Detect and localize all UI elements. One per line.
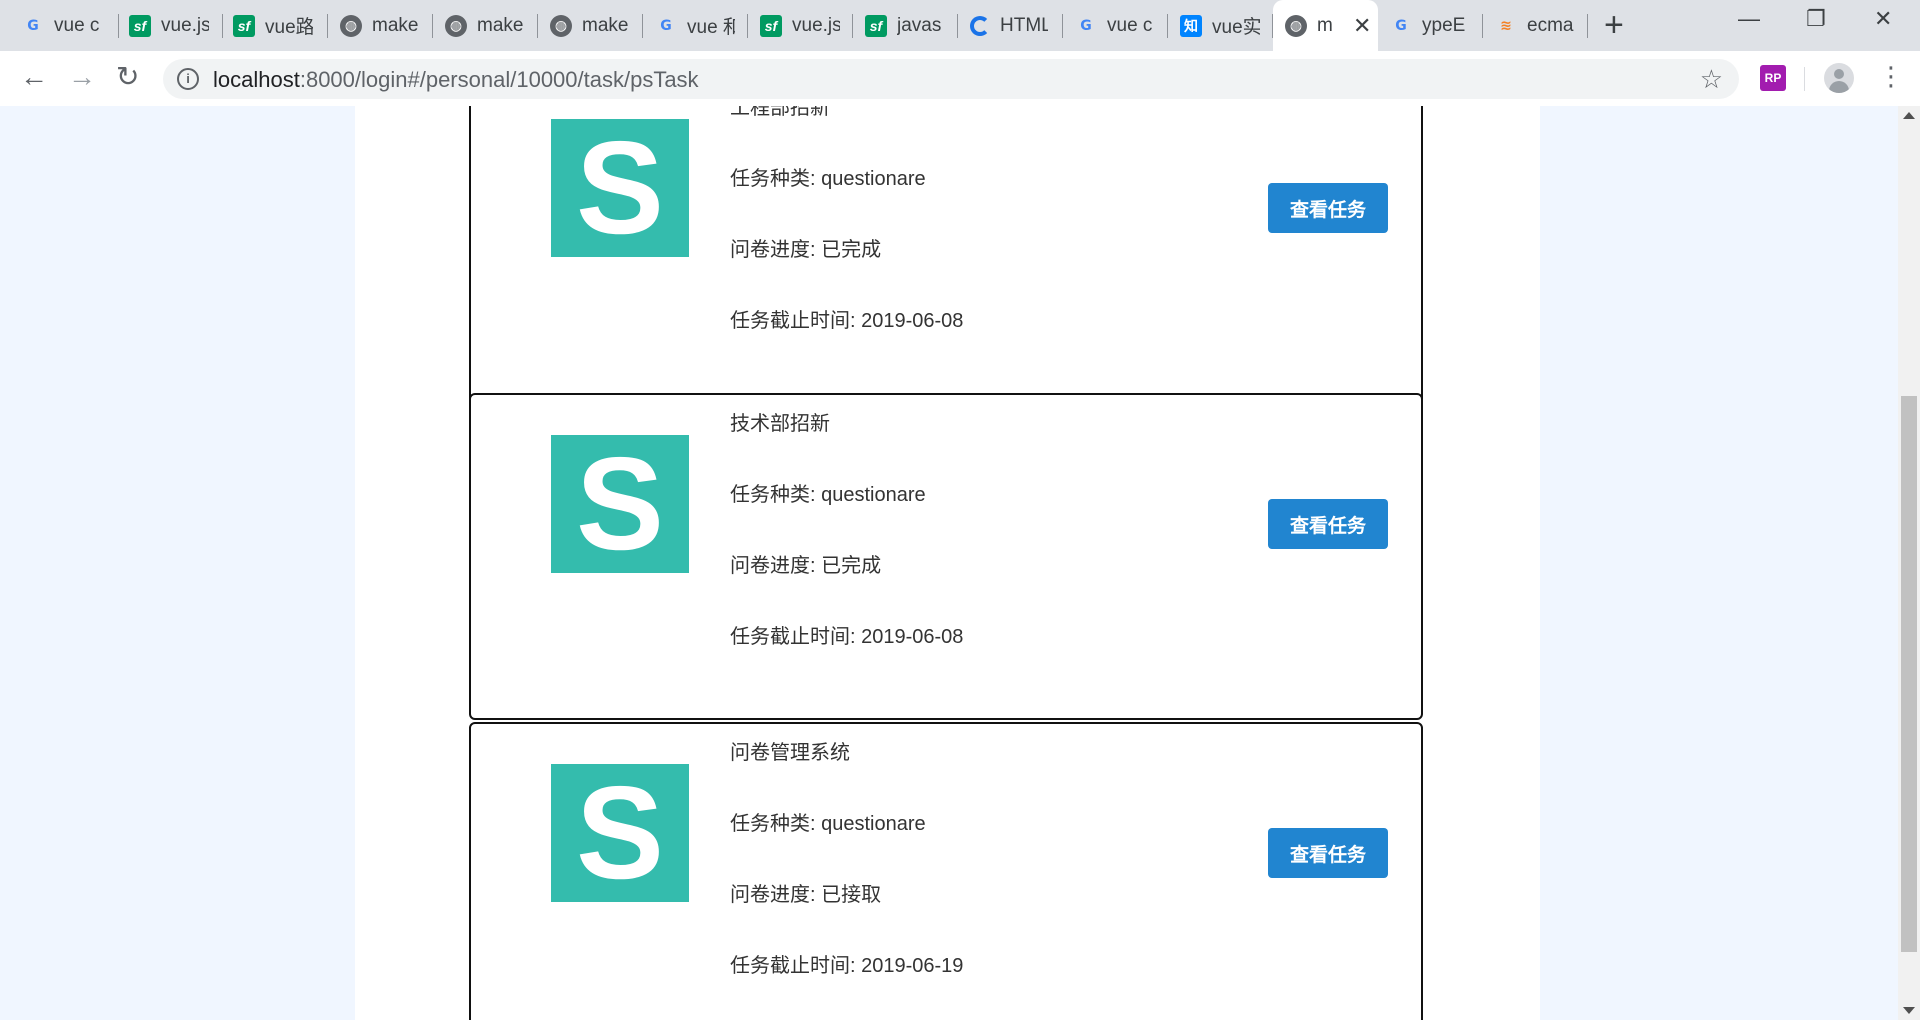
tab-title: vue c [1107, 14, 1153, 36]
task-logo: S [551, 435, 689, 573]
tab-title: javas [897, 14, 942, 36]
browser-tab[interactable]: ◍ make [433, 0, 538, 51]
url-text[interactable]: localhost:8000/login#/personal/10000/tas… [213, 67, 699, 93]
task-deadline: 任务截止时间: 2019-06-08 [730, 310, 964, 332]
task-card: S 问卷管理系统 任务种类: questionare 问卷进度: 已接取 任务截… [469, 722, 1423, 1020]
tab-title: m [1317, 14, 1333, 36]
browser-tab[interactable]: sf vue路 [223, 0, 328, 51]
browser-tab[interactable]: ◍ make [328, 0, 433, 51]
stackoverflow-icon: ≋ [1500, 17, 1512, 33]
browser-menu-icon[interactable]: ⋮ [1878, 63, 1904, 89]
restore-icon[interactable]: ❐ [1806, 6, 1826, 32]
url-host: localhost [213, 67, 300, 92]
browser-tab[interactable]: sf javas [853, 0, 958, 51]
page-viewport: S 工程部招新 任务种类: questionare 问卷进度: 已完成 任务截止… [0, 106, 1898, 1020]
segmentfault-icon: sf [233, 14, 255, 37]
task-logo: S [551, 119, 689, 257]
tab-title: vue.js [792, 14, 840, 36]
browser-tab[interactable]: HTML [958, 0, 1063, 51]
reload-icon[interactable]: ↻ [116, 63, 139, 91]
url-path: :8000/login#/personal/10000/task/psTask [299, 67, 699, 92]
task-type: 任务种类: questionare [730, 813, 926, 835]
browser-tab[interactable]: G vue c [0, 0, 119, 51]
close-tab-icon[interactable]: ✕ [1353, 14, 1371, 37]
bookmark-star-icon[interactable]: ☆ [1700, 64, 1723, 95]
tab-title: ecma [1527, 14, 1574, 36]
task-name: 技术部招新 [730, 413, 830, 435]
minimize-icon[interactable]: — [1738, 6, 1760, 32]
browser-tab[interactable]: 知 vue实 [1168, 0, 1273, 51]
tab-title: make [372, 14, 419, 36]
browser-tab[interactable]: G vue c [1063, 0, 1168, 51]
tab-title: make [477, 14, 524, 36]
new-tab-button[interactable]: + [1604, 8, 1624, 42]
globe-icon: ◍ [445, 14, 467, 37]
google-icon: G [660, 17, 672, 34]
zhihu-icon: 知 [1180, 14, 1202, 37]
tab-title: vue实 [1212, 17, 1260, 38]
tab-title: HTML [1000, 14, 1048, 36]
task-progress: 问卷进度: 已接取 [730, 884, 882, 906]
tab-title: vue.js [161, 14, 209, 36]
view-task-button[interactable]: 查看任务 [1268, 828, 1388, 878]
close-window-icon[interactable]: ✕ [1874, 6, 1892, 32]
google-icon: G [27, 17, 39, 34]
scroll-up-icon[interactable] [1903, 112, 1915, 119]
task-logo: S [551, 764, 689, 902]
task-type: 任务种类: questionare [730, 484, 926, 506]
tab-title: vue c [54, 14, 100, 36]
view-task-button[interactable]: 查看任务 [1268, 183, 1388, 233]
segmentfault-icon: sf [129, 14, 151, 37]
google-icon: G [1080, 17, 1092, 34]
browser-toolbar: ← → ↻ i localhost:8000/login#/personal/1… [0, 51, 1920, 107]
page-scrollbar[interactable] [1898, 106, 1920, 1020]
browser-tab[interactable]: G vue 和 [643, 0, 748, 51]
globe-icon: ◍ [550, 14, 572, 37]
forward-arrow-icon[interactable]: → [68, 63, 96, 91]
globe-icon: ◍ [1285, 14, 1307, 37]
profile-avatar-icon[interactable] [1824, 63, 1854, 93]
chrome-c-icon [970, 15, 990, 36]
browser-tab[interactable]: ◍ make [538, 0, 643, 51]
back-arrow-icon[interactable]: ← [20, 63, 48, 91]
task-list: S 工程部招新 任务种类: questionare 问卷进度: 已完成 任务截止… [355, 106, 1540, 1020]
task-name: 工程部招新 [730, 106, 830, 119]
browser-tab-active[interactable]: ◍ m ✕ [1273, 0, 1378, 51]
browser-tab[interactable]: ≋ ecma [1483, 0, 1588, 51]
task-deadline: 任务截止时间: 2019-06-08 [730, 626, 964, 648]
task-progress: 问卷进度: 已完成 [730, 555, 882, 577]
scroll-down-icon[interactable] [1903, 1007, 1915, 1014]
segmentfault-icon: sf [760, 14, 782, 37]
address-bar[interactable]: i localhost:8000/login#/personal/10000/t… [163, 59, 1739, 99]
browser-tab[interactable]: G ypeE [1378, 0, 1483, 51]
task-card: S 技术部招新 任务种类: questionare 问卷进度: 已完成 任务截止… [469, 393, 1423, 720]
info-icon[interactable]: i [177, 68, 199, 90]
segmentfault-icon: sf [865, 14, 887, 37]
task-card: S 工程部招新 任务种类: questionare 问卷进度: 已完成 任务截止… [469, 106, 1423, 404]
google-icon: G [1395, 17, 1407, 34]
globe-icon: ◍ [340, 14, 362, 37]
task-progress: 问卷进度: 已完成 [730, 239, 882, 261]
tab-title: vue路 [265, 17, 313, 38]
browser-tab[interactable]: sf vue.js [748, 0, 853, 51]
scrollbar-thumb[interactable] [1901, 396, 1917, 952]
task-name: 问卷管理系统 [730, 742, 850, 764]
tab-title: ypeE [1422, 14, 1466, 36]
view-task-button[interactable]: 查看任务 [1268, 499, 1388, 549]
axure-rp-extension-icon[interactable]: RP [1760, 65, 1786, 91]
tab-title: vue 和 [687, 17, 735, 38]
task-deadline: 任务截止时间: 2019-06-19 [730, 955, 964, 977]
task-type: 任务种类: questionare [730, 168, 926, 190]
tab-title: make [582, 14, 629, 36]
browser-tab[interactable]: sf vue.js [119, 0, 223, 51]
browser-tab-strip: G vue c sf vue.js sf vue路 ◍ make ◍ make … [0, 0, 1920, 51]
